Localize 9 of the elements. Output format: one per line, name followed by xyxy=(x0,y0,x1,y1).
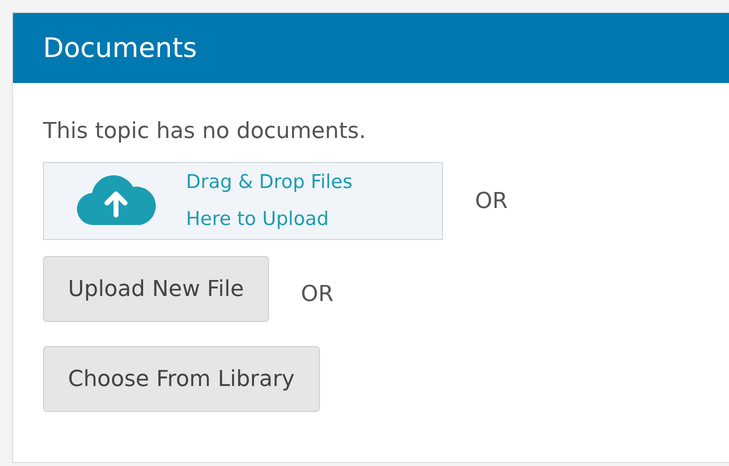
cloud-upload-icon xyxy=(76,175,156,227)
empty-message: This topic has no documents. xyxy=(43,119,367,144)
drop-zone-text: Drag & Drop Files xyxy=(186,170,352,195)
drop-zone-text: Here to Upload xyxy=(186,207,330,232)
upload-button[interactable]: Choose From Library xyxy=(43,346,320,412)
or-text: OR xyxy=(475,188,508,214)
or-text: OR xyxy=(300,282,334,306)
panel-title: Documents xyxy=(43,32,197,64)
upload-button[interactable]: Upload New File xyxy=(43,256,269,322)
